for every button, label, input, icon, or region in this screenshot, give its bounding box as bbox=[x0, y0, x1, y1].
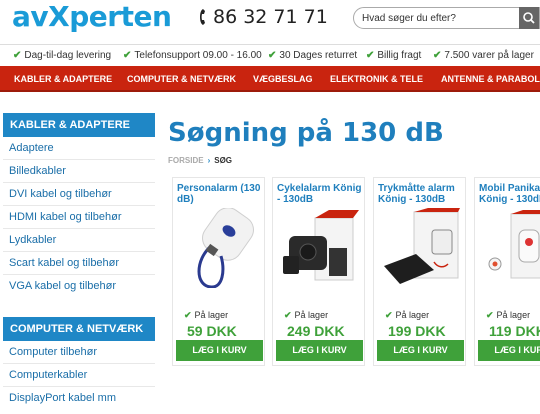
usp-bar: ✔ Dag-til-dag levering ✔ Telefonsupport 09… bbox=[0, 44, 540, 66]
product-card[interactable]: Personalarm (130 dB) ✔ På lager 59 DKK LÆ… bbox=[172, 177, 265, 366]
nav-item-elektronik[interactable]: ELEKTRONIK & TELE bbox=[330, 74, 423, 84]
main-nav: KABLER & ADAPTERE COMPUTER & NETVÆRK VÆG… bbox=[0, 66, 540, 92]
sidebar-item-adaptere[interactable]: Adaptere bbox=[3, 137, 155, 160]
check-icon: ✔ bbox=[366, 50, 375, 61]
page-title: Søgning på 130 dB bbox=[168, 118, 444, 148]
search-button[interactable] bbox=[519, 7, 539, 29]
stock-status: ✔ På lager bbox=[486, 310, 531, 320]
nav-item-kabler[interactable]: KABLER & ADAPTERE bbox=[14, 74, 112, 84]
check-icon: ✔ bbox=[486, 310, 494, 320]
check-icon: ✔ bbox=[385, 310, 393, 320]
usp-item: ✔ Billig fragt bbox=[366, 50, 422, 61]
add-to-cart-button[interactable]: LÆG I KURV bbox=[478, 340, 540, 361]
product-title[interactable]: Mobil Panikalarm König - 130dB bbox=[479, 183, 540, 205]
site-header: avXperten 86 32 71 71 bbox=[0, 0, 540, 38]
mobile-panic-alarm-image[interactable] bbox=[483, 208, 540, 288]
pressure-mat-alarm-image[interactable] bbox=[382, 208, 460, 288]
add-to-cart-button[interactable]: LÆG I KURV bbox=[377, 340, 464, 361]
sidebar-item-scart[interactable]: Scart kabel og tilbehør bbox=[3, 252, 155, 275]
sidebar-item-hdmi[interactable]: HDMI kabel og tilbehør bbox=[3, 206, 155, 229]
usp-item: ✔ Telefonsupport 09.00 - 16.00 bbox=[123, 50, 262, 61]
bike-alarm-image[interactable] bbox=[281, 208, 359, 288]
phone-icon bbox=[200, 9, 205, 25]
search-icon bbox=[523, 12, 535, 24]
product-price: 119 DKK bbox=[489, 323, 540, 339]
personal-alarm-image[interactable] bbox=[181, 208, 259, 288]
product-card[interactable]: Mobil Panikalarm König - 130dB ✔På lager… bbox=[474, 177, 540, 366]
phone-number-text: 86 32 71 71 bbox=[213, 6, 328, 28]
chevron-right-icon: › bbox=[207, 156, 211, 165]
breadcrumb-home[interactable]: FORSIDE bbox=[168, 156, 204, 165]
usp-item: ✔ Dag-til-dag levering bbox=[13, 50, 112, 61]
product-card[interactable]: Cykelalarm König - 130dB ✔ På lager 249 D… bbox=[272, 177, 365, 366]
check-icon: ✔ bbox=[284, 310, 292, 320]
nav-item-antenne[interactable]: ANTENNE & PARABOL bbox=[441, 74, 540, 84]
product-title[interactable]: Personalarm (130 dB) bbox=[177, 183, 267, 205]
check-icon: ✔ bbox=[433, 50, 442, 61]
sidebar-item-computer-tilbehor[interactable]: Computer tilbehør bbox=[3, 341, 155, 364]
search-input[interactable] bbox=[362, 12, 512, 25]
sidebar-item-computerkabler[interactable]: Computerkabler bbox=[3, 364, 155, 387]
sidebar-item-displayport[interactable]: DisplayPort kabel mm bbox=[3, 387, 155, 410]
product-price: 249 DKK bbox=[287, 323, 345, 339]
sidebar-item-lydkabler[interactable]: Lydkabler bbox=[3, 229, 155, 252]
nav-item-computer[interactable]: COMPUTER & NETVÆRK bbox=[127, 74, 236, 84]
breadcrumb-current: SØG bbox=[214, 156, 233, 165]
add-to-cart-button[interactable]: LÆG I KURV bbox=[276, 340, 363, 361]
search-bar bbox=[353, 7, 540, 29]
product-price: 199 DKK bbox=[388, 323, 446, 339]
sidebar-heading-computer[interactable]: COMPUTER & NETVÆRK bbox=[3, 317, 155, 341]
sidebar-item-vga[interactable]: VGA kabel og tilbehør bbox=[3, 275, 155, 298]
usp-item: ✔ 7.500 varer på lager bbox=[433, 50, 534, 61]
check-icon: ✔ bbox=[268, 50, 277, 61]
check-icon: ✔ bbox=[123, 50, 132, 61]
breadcrumb: FORSIDE › SØG bbox=[168, 156, 232, 165]
sidebar-heading-kabler[interactable]: KABLER & ADAPTERE bbox=[3, 113, 155, 137]
nav-item-vaegbeslag[interactable]: VÆGBESLAG bbox=[253, 74, 313, 84]
category-sidebar: KABLER & ADAPTERE Adaptere Billedkabler … bbox=[3, 113, 155, 410]
usp-item: ✔ 30 Dages returret bbox=[268, 50, 358, 61]
product-card[interactable]: Trykmåtte alarm König - 130dB ✔ På lager … bbox=[373, 177, 466, 366]
stock-status: ✔ På lager bbox=[184, 310, 229, 320]
sidebar-item-dvi[interactable]: DVI kabel og tilbehør bbox=[3, 183, 155, 206]
sidebar-item-billedkabler[interactable]: Billedkabler bbox=[3, 160, 155, 183]
add-to-cart-button[interactable]: LÆG I KURV bbox=[176, 340, 263, 361]
site-logo[interactable]: avXperten bbox=[12, 0, 172, 34]
product-title[interactable]: Cykelalarm König - 130dB bbox=[277, 183, 367, 205]
stock-status: ✔ På lager bbox=[284, 310, 329, 320]
stock-status: ✔ På lager bbox=[385, 310, 430, 320]
check-icon: ✔ bbox=[13, 50, 22, 61]
phone-number: 86 32 71 71 bbox=[200, 5, 328, 29]
product-title[interactable]: Trykmåtte alarm König - 130dB bbox=[378, 183, 468, 205]
product-price: 59 DKK bbox=[187, 323, 237, 339]
check-icon: ✔ bbox=[184, 310, 192, 320]
